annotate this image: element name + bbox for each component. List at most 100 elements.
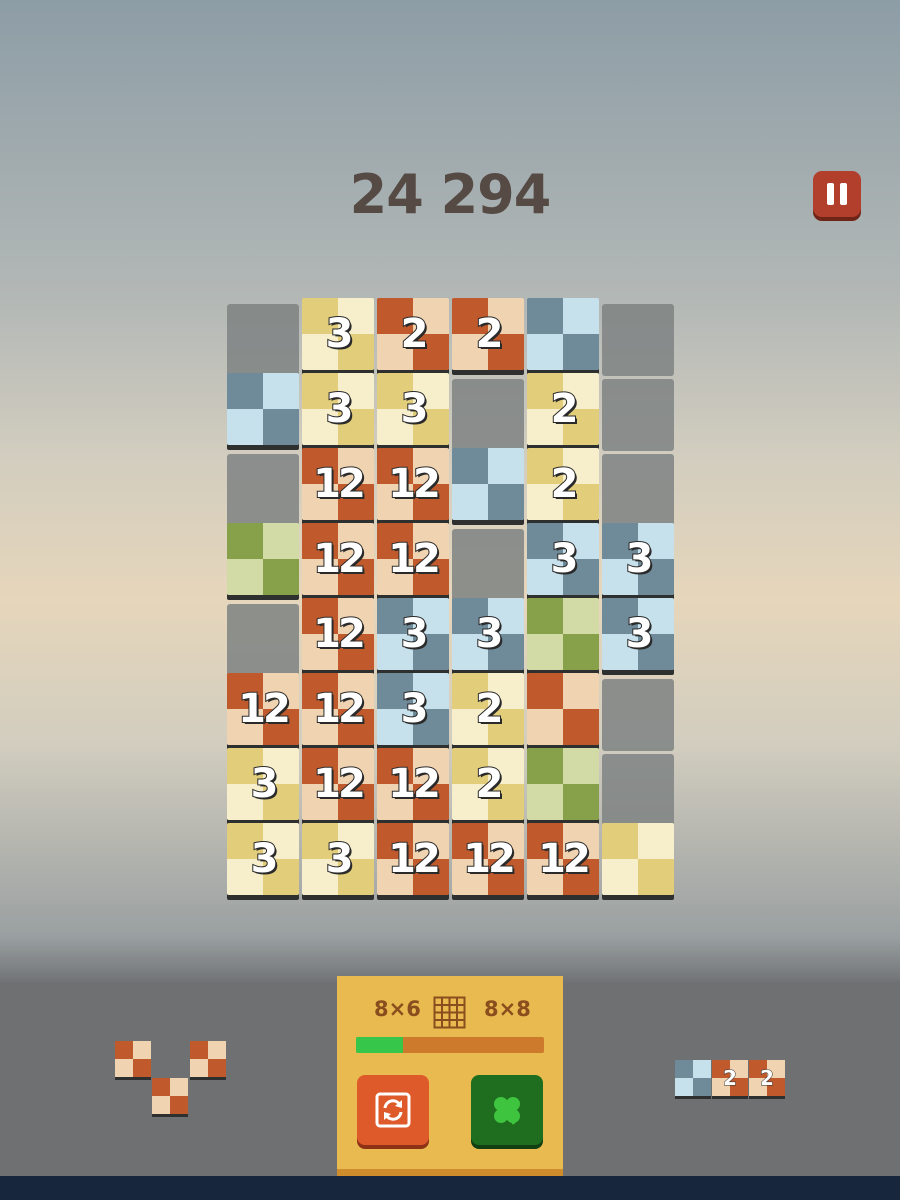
tile-quadrant	[152, 1078, 170, 1096]
next-size-label: 8×8	[484, 997, 531, 1021]
board-tile[interactable]: 3	[602, 598, 674, 670]
board-tile[interactable]	[602, 823, 674, 895]
next-piece-block[interactable]	[190, 1041, 226, 1077]
board-tile[interactable]: 3	[377, 673, 449, 745]
tile-quadrant	[227, 523, 263, 559]
board-tile[interactable]: 3	[452, 598, 524, 670]
tile-number: 3	[625, 610, 655, 658]
tile-quadrant	[263, 559, 299, 595]
tile-number: 2	[760, 1066, 775, 1091]
board-tile[interactable]: 12	[527, 823, 599, 895]
swap-icon	[375, 1092, 411, 1128]
tile-number: 3	[325, 835, 355, 883]
board-tile[interactable]	[527, 673, 599, 745]
tile-quadrant	[602, 859, 638, 895]
tile-quadrant	[452, 448, 488, 484]
board-tile[interactable]	[227, 523, 299, 595]
swap-button[interactable]	[357, 1075, 429, 1145]
board-tile[interactable]: 2	[377, 298, 449, 370]
board-tile[interactable]: 12	[377, 523, 449, 595]
tile-number: 12	[312, 535, 367, 583]
tile-quadrant	[693, 1060, 711, 1078]
tile-number: 2	[550, 460, 580, 508]
empty-cell[interactable]	[227, 304, 299, 376]
empty-cell[interactable]	[452, 379, 524, 451]
board-tile[interactable]: 12	[377, 823, 449, 895]
board-tile[interactable]: 2	[527, 448, 599, 520]
tile-number: 2	[723, 1066, 738, 1091]
board-tile[interactable]: 12	[452, 823, 524, 895]
tile-quadrant	[693, 1078, 711, 1096]
next-piece-block[interactable]	[675, 1060, 711, 1096]
grid-icon	[433, 996, 466, 1029]
board-tile[interactable]: 12	[377, 748, 449, 820]
tile-number: 3	[250, 835, 280, 883]
empty-cell[interactable]	[602, 304, 674, 376]
board-tile[interactable]: 2	[527, 373, 599, 445]
board-tile[interactable]: 12	[302, 448, 374, 520]
board-tile[interactable]: 12	[227, 673, 299, 745]
tile-number: 12	[462, 835, 517, 883]
current-size-label: 8×6	[374, 997, 421, 1021]
next-piece-block[interactable]: 2	[712, 1060, 748, 1096]
tile-number: 12	[537, 835, 592, 883]
tile-number: 2	[475, 310, 505, 358]
board-tile[interactable]: 3	[377, 373, 449, 445]
clover-button[interactable]	[471, 1075, 543, 1145]
board-tile[interactable]	[227, 373, 299, 445]
empty-cell[interactable]	[227, 454, 299, 526]
empty-cell[interactable]	[227, 604, 299, 676]
tile-number: 3	[250, 760, 280, 808]
board-tile[interactable]: 2	[452, 748, 524, 820]
board-tile[interactable]: 12	[377, 448, 449, 520]
next-piece-left[interactable]	[115, 1041, 227, 1117]
control-panel: 8×6 8×8	[337, 976, 563, 1176]
board-tile[interactable]: 12	[302, 598, 374, 670]
tile-quadrant	[563, 709, 599, 745]
tile-number: 2	[550, 385, 580, 433]
board-tile[interactable]: 3	[302, 823, 374, 895]
board-tile[interactable]	[527, 298, 599, 370]
tile-number: 3	[550, 535, 580, 583]
tile-quadrant	[527, 748, 563, 784]
tile-quadrant	[263, 373, 299, 409]
tile-number: 2	[475, 685, 505, 733]
tile-quadrant	[227, 373, 263, 409]
tile-quadrant	[133, 1059, 151, 1077]
board-tile[interactable]: 3	[227, 748, 299, 820]
tile-number: 3	[400, 685, 430, 733]
board-tile[interactable]: 2	[452, 298, 524, 370]
tile-number: 3	[325, 385, 355, 433]
board-tile[interactable]: 3	[227, 823, 299, 895]
tile-quadrant	[675, 1060, 693, 1078]
next-piece-block[interactable]: 2	[749, 1060, 785, 1096]
board-tile[interactable]: 3	[302, 373, 374, 445]
empty-cell[interactable]	[602, 754, 674, 826]
board-tile[interactable]: 12	[302, 523, 374, 595]
empty-cell[interactable]	[452, 529, 524, 601]
tile-quadrant	[563, 784, 599, 820]
board-tile[interactable]	[527, 598, 599, 670]
board-tile[interactable]: 3	[602, 523, 674, 595]
next-piece-block[interactable]	[115, 1041, 151, 1077]
board-tile[interactable]: 3	[302, 298, 374, 370]
tile-quadrant	[152, 1096, 170, 1114]
tile-number: 12	[387, 535, 442, 583]
tile-quadrant	[563, 634, 599, 670]
tile-number: 3	[625, 535, 655, 583]
board-tile[interactable]: 3	[377, 598, 449, 670]
empty-cell[interactable]	[602, 379, 674, 451]
board-tile[interactable]: 3	[527, 523, 599, 595]
next-piece-block[interactable]	[152, 1078, 188, 1114]
board-tile[interactable]: 12	[302, 673, 374, 745]
next-piece-right[interactable]: 22	[675, 1060, 787, 1100]
tile-quadrant	[208, 1041, 226, 1059]
board-tile[interactable]	[452, 448, 524, 520]
empty-cell[interactable]	[602, 454, 674, 526]
board-tile[interactable]: 12	[302, 748, 374, 820]
board-tile[interactable]	[527, 748, 599, 820]
board-tile[interactable]: 2	[452, 673, 524, 745]
empty-cell[interactable]	[602, 679, 674, 751]
tile-quadrant	[527, 634, 563, 670]
tile-quadrant	[527, 784, 563, 820]
